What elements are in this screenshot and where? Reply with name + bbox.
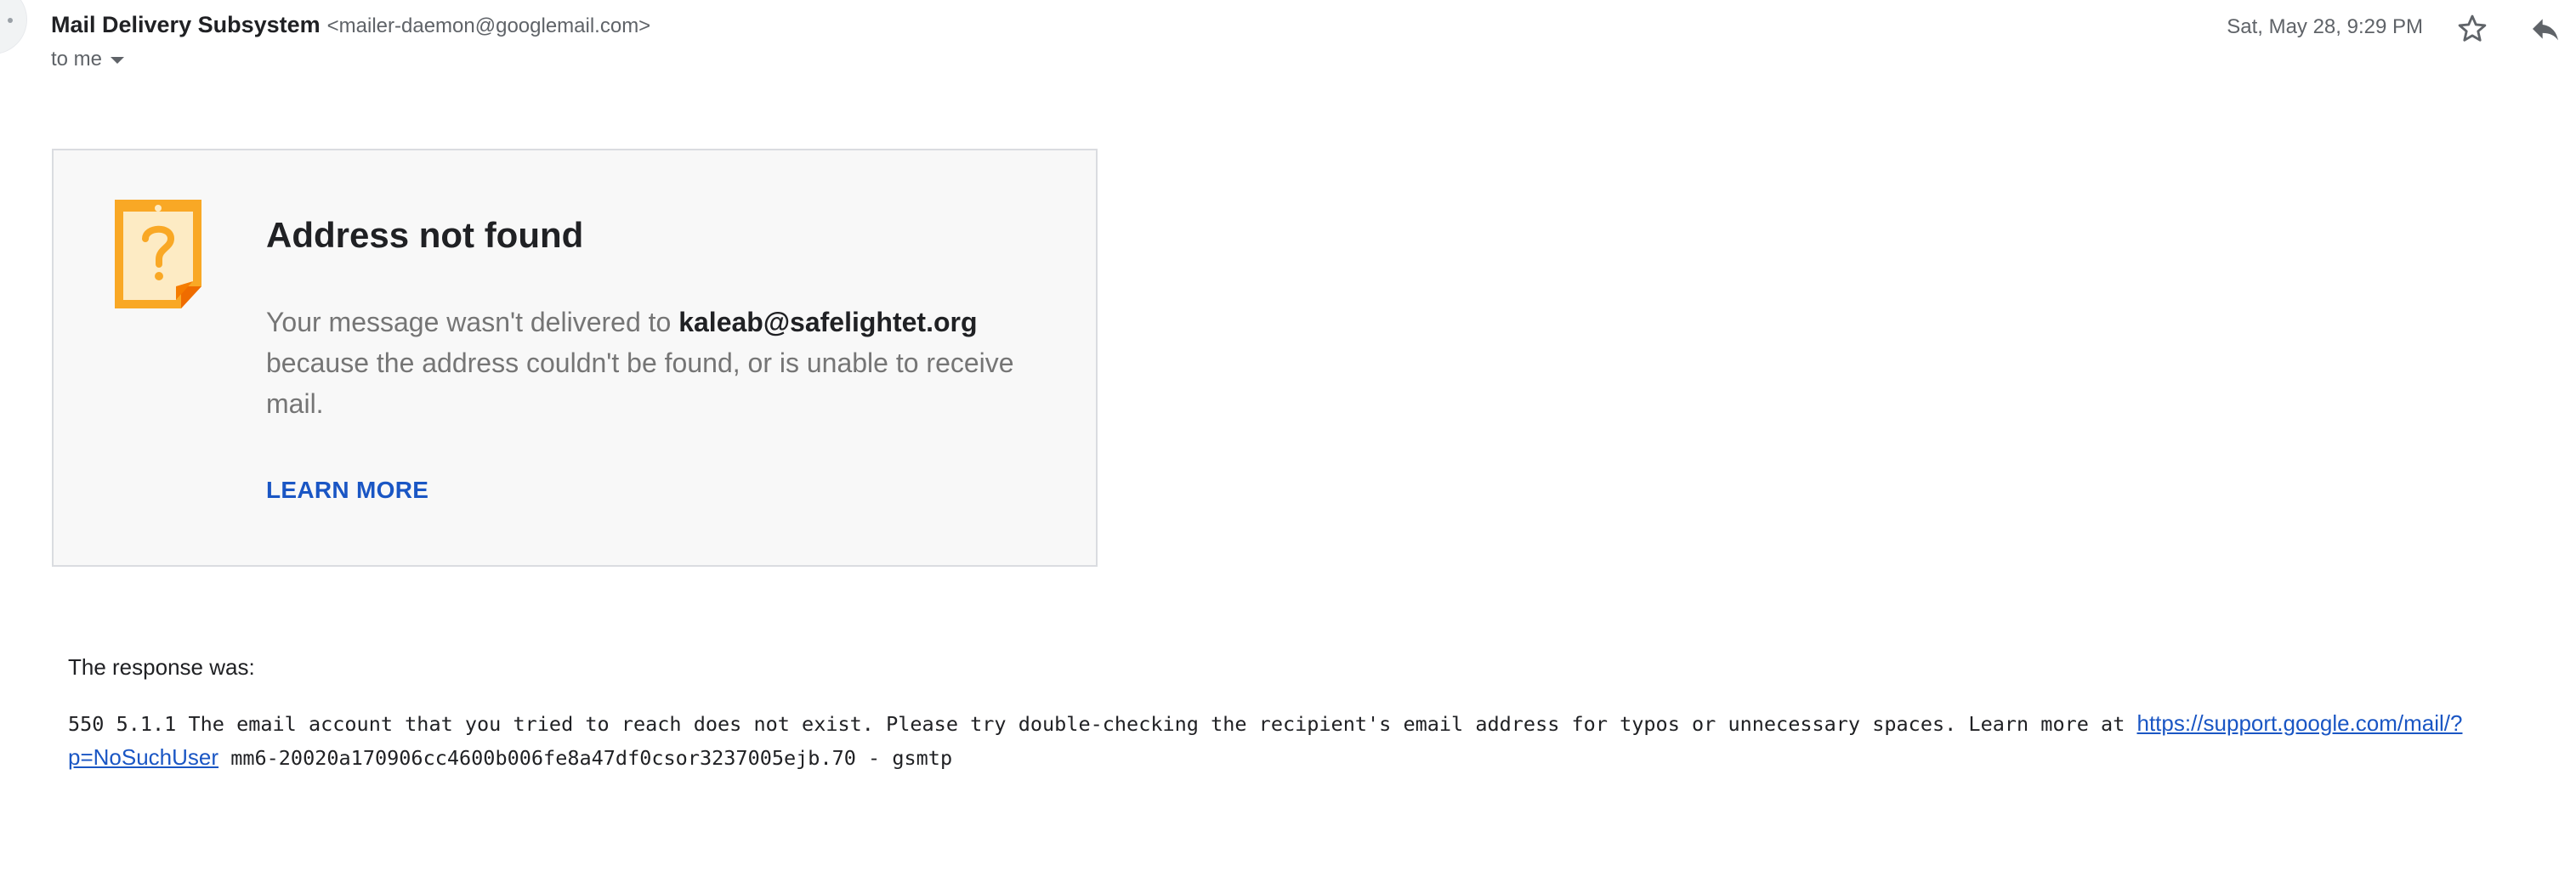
recipient-address: kaleab@safelightet.org [678, 307, 978, 337]
recipient-label: to me [51, 48, 103, 71]
question-note-icon [115, 200, 201, 308]
email-view: Mail Delivery Subsystem <mailer-daemon@g… [0, 0, 2576, 882]
reply-icon [2533, 19, 2558, 41]
response-body: 550 5.1.1 The email account that you tri… [68, 707, 2516, 775]
response-text-before: 550 5.1.1 The email account that you tri… [68, 712, 2137, 736]
card-message: Your message wasn't delivered to kaleab@… [266, 302, 1031, 424]
sender-avatar[interactable] [0, 0, 27, 54]
caret-down-icon [111, 57, 125, 64]
message-timestamp: Sat, May 28, 9:29 PM [2227, 15, 2423, 38]
reply-button[interactable] [2525, 8, 2566, 49]
message-suffix: because the address couldn't be found, o… [266, 348, 1014, 419]
message-prefix: Your message wasn't delivered to [266, 307, 679, 337]
response-label: The response was: [68, 654, 255, 680]
sender-name[interactable]: Mail Delivery Subsystem [51, 12, 321, 38]
learn-more-link[interactable]: LEARN MORE [266, 477, 428, 504]
sender-email: <mailer-daemon@googlemail.com> [326, 14, 651, 37]
recipient-details-toggle[interactable]: to me [51, 48, 125, 71]
avatar-glyph-icon [8, 18, 13, 23]
response-text-after: mm6-20020a170906cc4600b006fe8a47df0csor3… [218, 746, 953, 770]
star-button[interactable] [2452, 8, 2493, 49]
sender-line: Mail Delivery Subsystem <mailer-daemon@g… [51, 12, 650, 38]
bounce-notice-card: Address not found Your message wasn't de… [52, 149, 1098, 567]
card-title: Address not found [266, 215, 584, 255]
star-outline-icon [2458, 14, 2487, 42]
